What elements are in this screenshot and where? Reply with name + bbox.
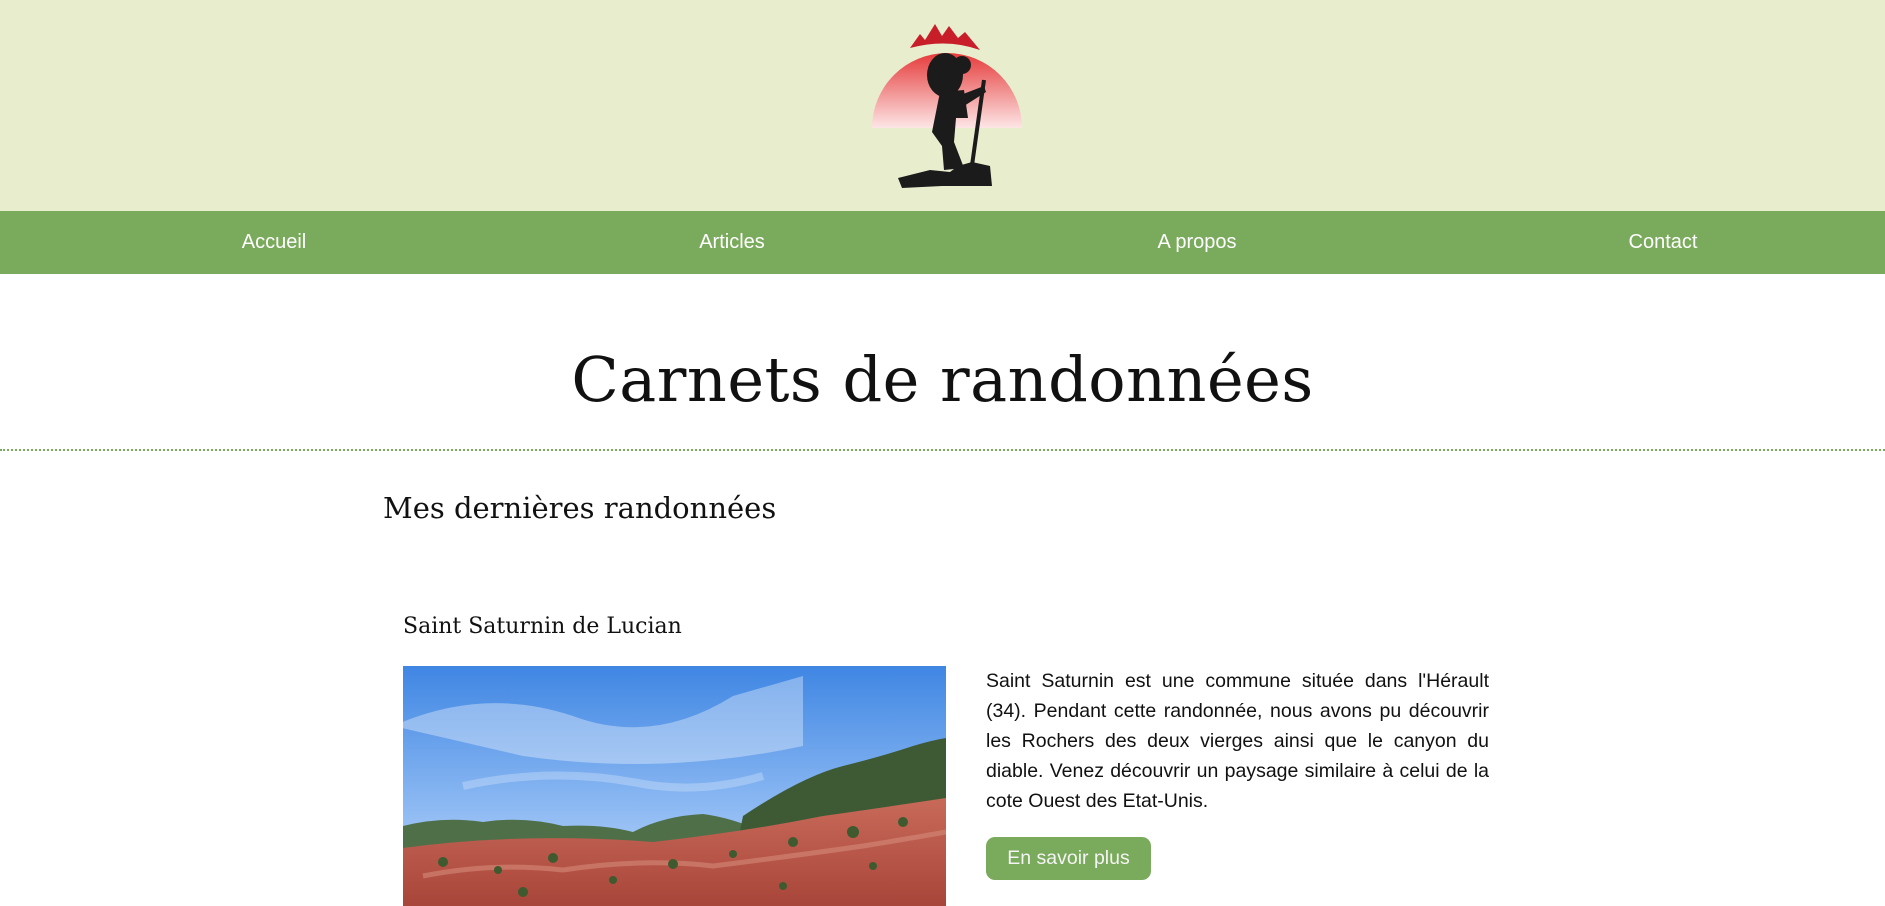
nav-link-accueil[interactable]: Accueil bbox=[242, 211, 306, 274]
nav-link-articles[interactable]: Articles bbox=[699, 211, 765, 274]
page-title: Carnets de randonnées bbox=[571, 343, 1314, 416]
section-title: Mes dernières randonnées bbox=[383, 491, 777, 525]
article-description: Saint Saturnin est une commune située da… bbox=[986, 670, 1489, 812]
hiker-logo-icon[interactable] bbox=[872, 20, 1022, 188]
article-title[interactable]: Saint Saturnin de Lucian bbox=[403, 614, 682, 639]
title-divider bbox=[0, 449, 1885, 451]
header-banner bbox=[0, 0, 1885, 211]
red-landscape-image bbox=[403, 666, 946, 906]
nav-link-a-propos[interactable]: A propos bbox=[1158, 211, 1237, 274]
nav-link-contact[interactable]: Contact bbox=[1629, 211, 1698, 274]
article-photo[interactable] bbox=[403, 666, 946, 906]
main-navigation: Accueil Articles A propos Contact bbox=[0, 211, 1885, 274]
read-more-button[interactable]: En savoir plus bbox=[986, 837, 1151, 880]
